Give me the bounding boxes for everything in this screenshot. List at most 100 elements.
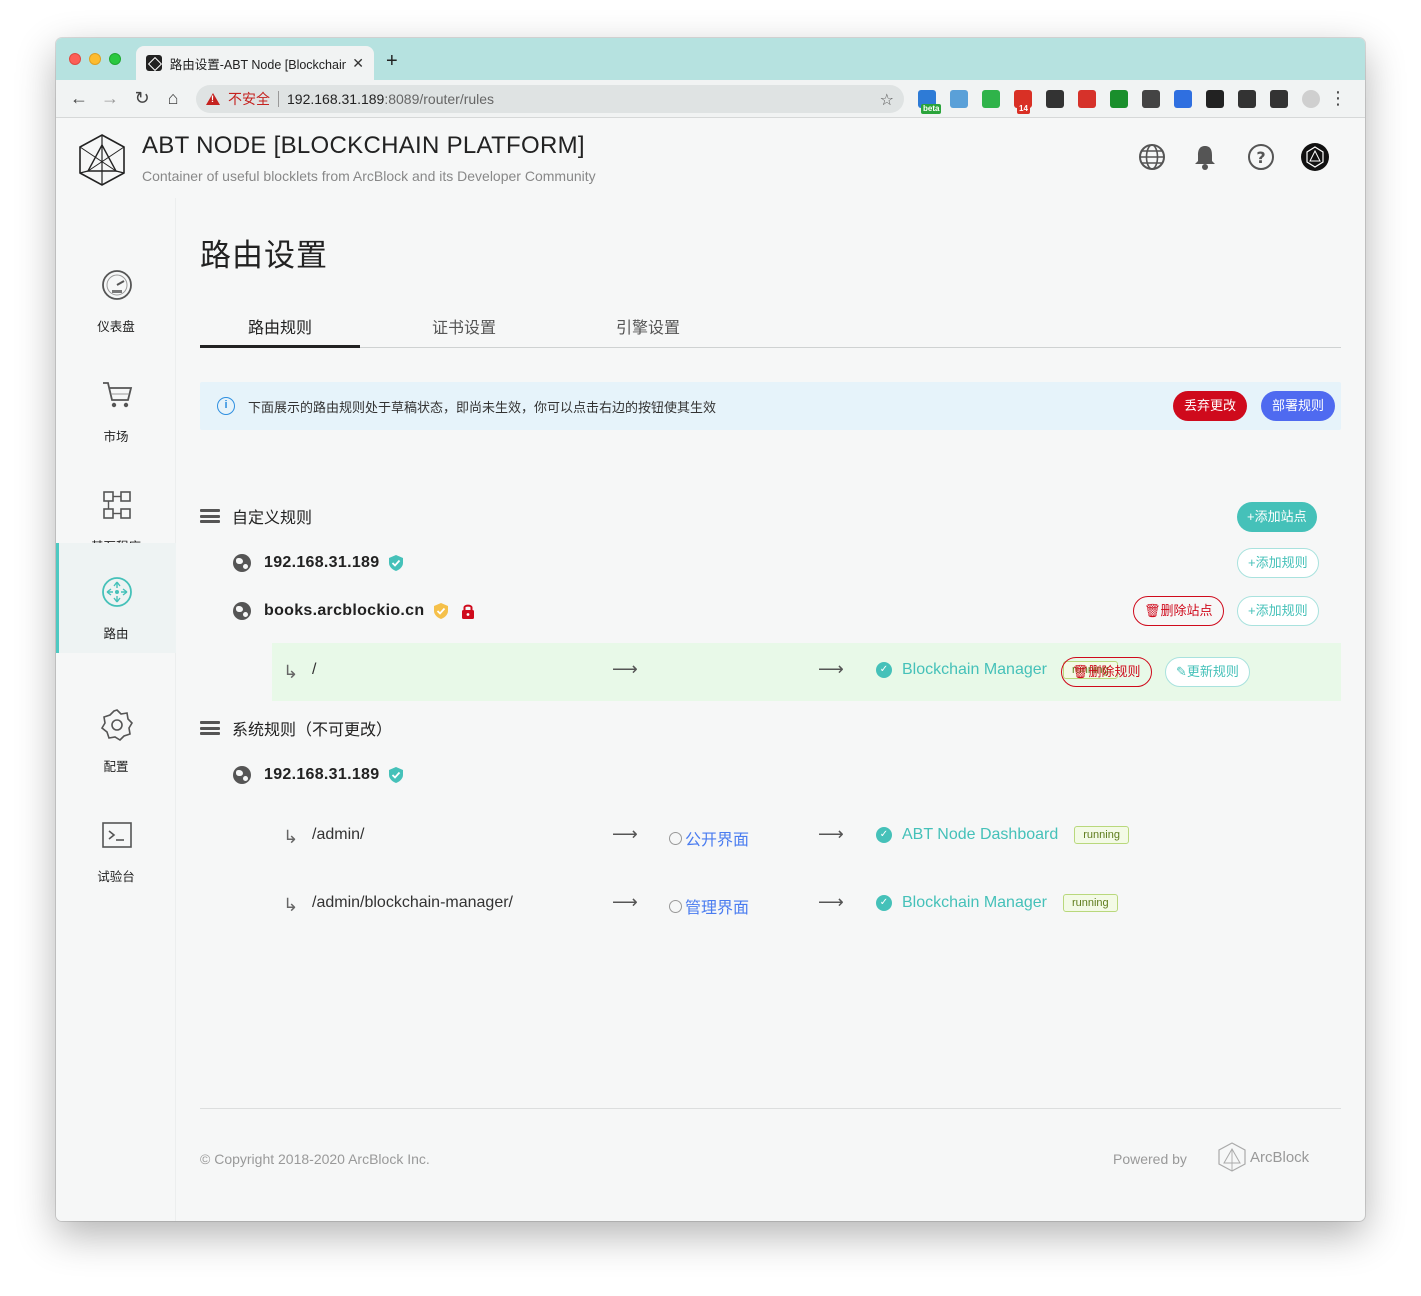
bookmark-star-icon[interactable]: ☆ [880,90,894,110]
sidebar-item-settings[interactable]: 配置 [56,676,176,786]
shopping-cart-icon [103,382,133,408]
sheet-extension-icon[interactable] [950,90,968,108]
sidebar-label: 路由 [103,627,129,641]
forward-arrow-icon[interactable]: → [99,88,121,109]
sidebar-item-dashboard[interactable]: 仪表盘 [56,236,176,346]
footer-divider [200,1108,1341,1109]
url-host: 192.168.31.189 [287,91,385,107]
insecure-label: 不安全 [228,91,270,107]
discard-changes-button[interactable]: 丢弃更改 [1173,391,1248,421]
add-site-button[interactable]: +添加站点 [1237,502,1317,532]
update-rule-button[interactable]: ✎更新规则 [1165,657,1250,687]
subdirectory-arrow-icon: ↳ [283,662,299,682]
tab-certificates[interactable]: 证书设置 [384,314,544,348]
screen-extension-icon[interactable] [1174,90,1192,108]
help-question-icon[interactable]: ? [1246,142,1276,172]
page-title: 路由设置 [200,238,328,273]
chart-extension-icon[interactable] [1238,90,1256,108]
target-name[interactable]: ABT Node Dashboard [902,826,1058,844]
sidebar-item-router[interactable]: 路由 [56,543,176,653]
section-title: 系统规则（不可更改） [232,722,393,739]
rule-row-custom: ↳ / ⟶ ⟶ ✓ Blockchain Manager running 🗑删除… [272,643,1341,701]
interface-link[interactable]: 管理界面 [669,894,749,918]
rule-row-system: ↳ /admin/blockchain-manager/ ⟶ 管理界面 ⟶ ✓ … [272,876,1341,934]
browser-tab-active[interactable]: 路由设置-ABT Node [Blockchain Platform] ✕ [136,46,374,80]
abt-logo-icon[interactable] [78,133,126,187]
address-bar[interactable]: 不安全 192.168.31.189 :8089/router/rules ☆ [196,85,904,113]
reload-icon[interactable]: ↻ [131,88,153,109]
delete-site-label: 删除站点 [1160,603,1213,618]
gmail-icon[interactable]: 14 [1014,90,1032,114]
interface-name: 公开界面 [685,832,750,849]
banner-text: 下面展示的路由规则处于草稿状态，即尚未生效，你可以点击右边的按钮使其生效 [248,399,717,415]
long-right-arrow-icon: ⟶ [818,824,844,844]
custom-rules-header: 自定义规则 [200,504,312,528]
check-circle-icon: ✓ [876,827,892,843]
abt-favicon-icon [146,55,162,71]
profile-avatar-icon[interactable] [1302,90,1320,108]
news-extension-icon[interactable] [1046,90,1064,108]
rule-path: /admin/blockchain-manager/ [312,894,513,911]
draft-info-banner: i 下面展示的路由规则处于草稿状态，即尚未生效，你可以点击右边的按钮使其生效 丢… [200,382,1341,430]
minimize-window-button[interactable] [89,53,101,65]
more-menu-icon[interactable]: ⋮ [1329,88,1347,109]
site-name: books.arcblockio.cn [264,602,425,619]
home-icon[interactable]: ⌂ [162,88,184,109]
add-rule-label: 添加规则 [1255,555,1308,570]
target-name[interactable]: Blockchain Manager [902,661,1047,679]
user-avatar[interactable] [1300,142,1330,172]
back-arrow-icon[interactable]: ← [68,88,90,109]
new-tab-button[interactable]: + [386,50,398,73]
add-rule-button[interactable]: +添加规则 [1237,596,1319,626]
admin-target-icon [669,899,682,913]
site-row-system-ip: 192.168.31.189 [233,762,404,788]
check-circle-icon: ✓ [876,662,892,678]
long-right-arrow-icon: ⟶ [612,659,638,679]
svg-text:?: ? [1256,148,1265,167]
evernote-icon[interactable] [982,90,1000,108]
deploy-rules-button[interactable]: 部署规则 [1261,391,1336,421]
verified-shield-icon [389,555,404,571]
sidebar-item-market[interactable]: 市场 [56,346,176,456]
delete-rule-button[interactable]: 🗑删除规则 [1061,657,1152,687]
powered-by: Powered by [1113,1151,1187,1167]
system-rules-header: 系统规则（不可更改） [200,716,392,740]
maximize-window-button[interactable] [109,53,121,65]
puzzle-extensions-icon[interactable] [1270,90,1288,108]
sidebar: 仪表盘 市场 基石程序 [56,198,176,1221]
beta-extension-icon[interactable]: beta [918,90,942,114]
notification-bell-icon[interactable] [1190,142,1220,172]
update-rule-label: 更新规则 [1186,664,1239,679]
browser-tabstrip: 路由设置-ABT Node [Blockchain Platform] ✕ + [56,38,1365,80]
red-extension-icon[interactable] [1078,90,1096,108]
globe-icon [233,766,251,784]
url-path: :8089/router/rules [384,91,495,107]
globe-icon [233,554,251,572]
delete-site-button[interactable]: 🗑删除站点 [1133,596,1224,626]
tool-extension-icon[interactable] [1142,90,1160,108]
tab-close-icon[interactable]: ✕ [352,55,364,72]
browser-tab-title: 路由设置-ABT Node [Blockchain Platform] [169,57,347,72]
copyright: © Copyright 2018-2020 ArcBlock Inc. [200,1151,430,1167]
dashboard-gauge-icon [102,270,132,300]
interface-link[interactable]: 公开界面 [669,826,749,850]
function-extension-icon[interactable] [1206,90,1224,108]
globe-language-icon[interactable] [1137,142,1167,172]
browser-window: 路由设置-ABT Node [Blockchain Platform] ✕ + … [56,38,1365,1221]
extension-badge: beta [921,104,942,114]
check-circle-icon: ✓ [876,895,892,911]
add-rule-label: 添加规则 [1255,603,1308,618]
edit-pencil-icon: ✎ [1176,664,1187,679]
bw-extension-icon[interactable] [1110,90,1128,108]
arcblock-footer-logo[interactable]: ArcBlock [1218,1142,1309,1172]
tab-engine[interactable]: 引擎设置 [568,314,728,348]
tab-router-rules[interactable]: 路由规则 [200,314,360,348]
add-rule-button[interactable]: +添加规则 [1237,548,1319,578]
url-divider [278,91,279,107]
sidebar-item-playground[interactable]: 试验台 [56,786,176,896]
close-window-button[interactable] [69,53,81,65]
status-badge: running [1074,826,1129,844]
target-name[interactable]: Blockchain Manager [902,894,1047,912]
router-arrows-icon [102,577,132,607]
site-name: 192.168.31.189 [264,554,380,571]
